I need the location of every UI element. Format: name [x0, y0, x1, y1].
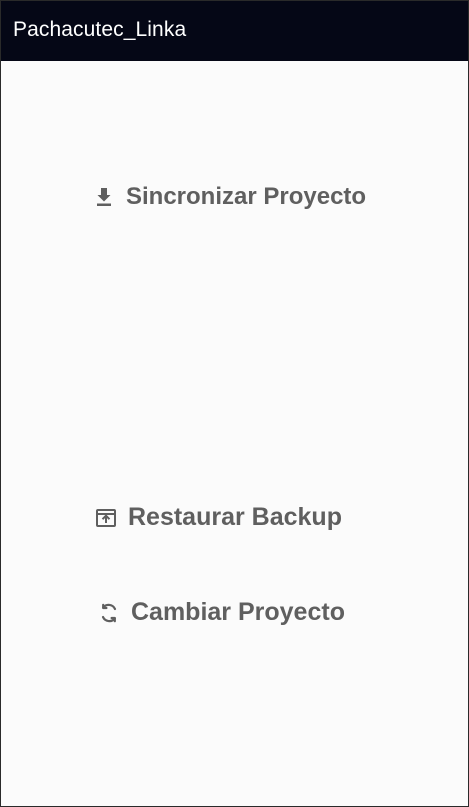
app-bar: Pachacutec_Linka	[1, 1, 468, 61]
sync-project-label: Sincronizar Proyecto	[126, 183, 367, 210]
app-title: Pachacutec_Linka	[13, 18, 187, 41]
restore-backup-icon	[94, 506, 118, 530]
sync-project-button[interactable]: Sincronizar Proyecto	[92, 183, 366, 211]
refresh-icon	[97, 601, 121, 625]
download-icon	[92, 185, 116, 209]
app-screen: Pachacutec_Linka Sincronizar Proyecto Re…	[0, 0, 469, 807]
change-project-label: Cambiar Proyecto	[131, 598, 345, 626]
restore-backup-button[interactable]: Restaurar Backup	[94, 503, 342, 532]
change-project-button[interactable]: Cambiar Proyecto	[97, 598, 345, 627]
restore-backup-label: Restaurar Backup	[128, 503, 342, 531]
